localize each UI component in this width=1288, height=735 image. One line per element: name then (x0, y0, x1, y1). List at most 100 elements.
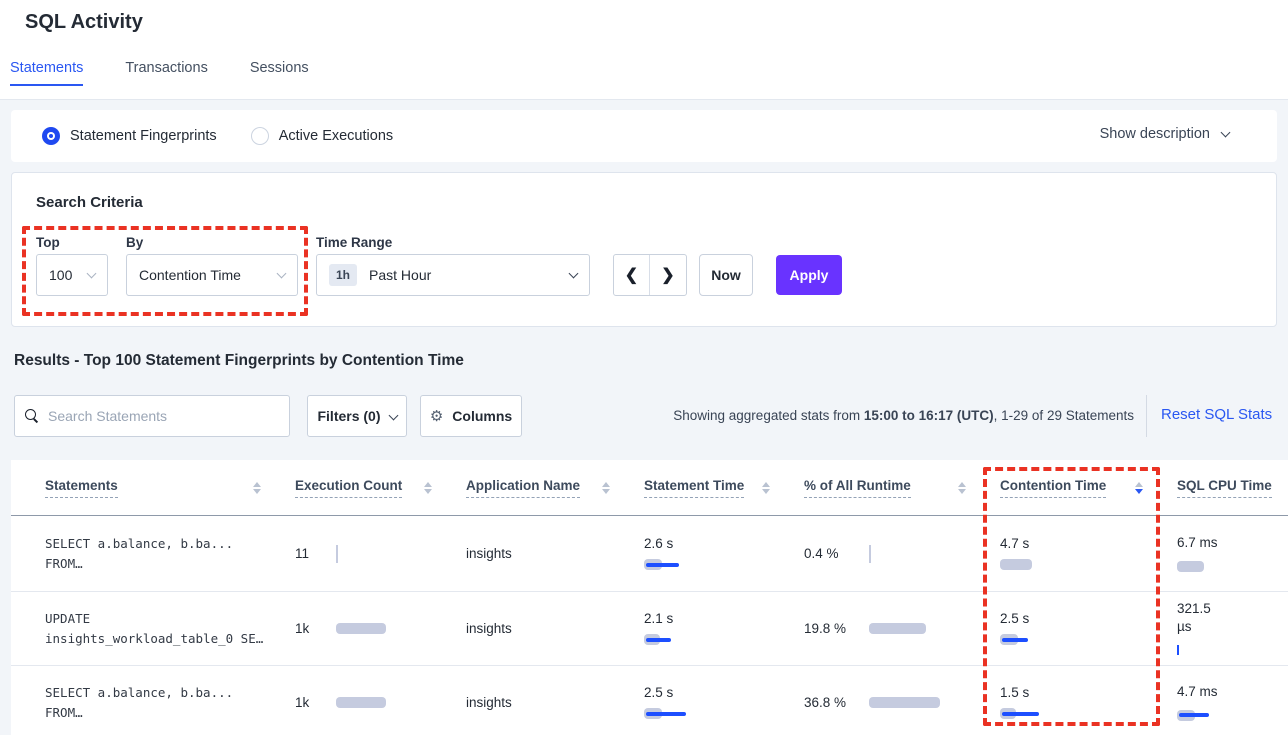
radio-statement-fingerprints[interactable]: Statement Fingerprints (42, 127, 217, 145)
search-criteria-panel: Search Criteria Top 100 By Contention Ti… (11, 172, 1277, 327)
contention-time-cell: 2.5 s (1000, 611, 1177, 647)
execution-count-bar (336, 696, 386, 710)
search-icon (25, 409, 39, 423)
table-row: SELECT a.balance, b.ba... FROM… 1k insig… (11, 666, 1288, 735)
sql-cpu-time-cell: 4.7 ms (1177, 683, 1288, 722)
top-select-value: 100 (49, 267, 72, 283)
search-criteria-heading: Search Criteria (36, 194, 143, 211)
time-prev-button[interactable]: ❮ (614, 255, 650, 295)
pct-runtime-bar (869, 547, 871, 561)
application-name-cell: insights (466, 546, 644, 561)
statement-time-bar (644, 633, 804, 647)
tab-statements[interactable]: Statements (10, 60, 83, 94)
execution-count-bar (336, 622, 386, 636)
statements-table: Statements Execution Count Application N… (11, 460, 1288, 735)
time-range-label: Time Range (316, 235, 392, 250)
execution-count-cell: 11 (295, 546, 466, 561)
execution-count-cell: 1k (295, 695, 466, 710)
column-header-sql-cpu-time[interactable]: SQL CPU Time (1177, 478, 1288, 498)
time-range-select[interactable]: 1h Past Hour (316, 254, 590, 296)
statement-link[interactable]: SELECT a.balance, b.ba... FROM… (45, 683, 295, 723)
execution-count-bar (336, 547, 338, 561)
column-header-statements[interactable]: Statements (45, 478, 295, 498)
by-select[interactable]: Contention Time (126, 254, 298, 296)
table-row: UPDATE insights_workload_table_0 SE… 1k … (11, 592, 1288, 666)
contention-time-cell: 1.5 s (1000, 685, 1177, 721)
column-header-pct-runtime[interactable]: % of All Runtime (804, 478, 1000, 498)
top-select[interactable]: 100 (36, 254, 108, 296)
execution-count-cell: 1k (295, 621, 466, 636)
time-next-button[interactable]: ❯ (650, 255, 686, 295)
sql-cpu-time-cell: 6.7 ms (1177, 534, 1288, 573)
sort-icon[interactable] (762, 482, 770, 494)
radio-selected-icon[interactable] (42, 127, 60, 145)
page-title: SQL Activity (25, 11, 143, 34)
filters-label: Filters (0) (317, 408, 380, 424)
contention-time-bar (1000, 558, 1177, 572)
statement-time-cell: 2.5 s (644, 685, 804, 721)
chevron-down-icon (388, 410, 398, 420)
statement-link[interactable]: UPDATE insights_workload_table_0 SE… (45, 609, 295, 649)
table-header-row: Statements Execution Count Application N… (11, 460, 1288, 516)
column-header-application-name[interactable]: Application Name (466, 478, 644, 498)
columns-button[interactable]: ⚙ Columns (420, 395, 522, 437)
columns-label: Columns (452, 408, 512, 424)
time-range-value: Past Hour (369, 267, 431, 283)
statement-time-cell: 2.1 s (644, 611, 804, 647)
sort-icon[interactable] (253, 482, 261, 494)
sort-icon[interactable] (424, 482, 432, 494)
sort-icon-active-desc[interactable] (1135, 482, 1143, 494)
pct-runtime-cell: 19.8 % (804, 620, 1000, 638)
tab-transactions[interactable]: Transactions (125, 60, 207, 94)
statement-time-cell: 2.6 s (644, 536, 804, 572)
radio-label: Active Executions (279, 128, 393, 144)
contention-time-bar (1000, 633, 1177, 647)
top-label: Top (36, 235, 60, 250)
chevron-down-icon (87, 268, 97, 278)
time-range-badge: 1h (329, 264, 357, 286)
application-name-cell: insights (466, 621, 644, 636)
show-description-toggle[interactable]: Show description (1100, 126, 1229, 142)
chevron-down-icon (277, 268, 287, 278)
pct-runtime-cell: 36.8 % (804, 694, 1000, 712)
filters-button[interactable]: Filters (0) (307, 395, 407, 437)
table-row: SELECT a.balance, b.ba... FROM… 11 insig… (11, 516, 1288, 592)
statement-link[interactable]: SELECT a.balance, b.ba... FROM… (45, 534, 295, 574)
tab-sessions[interactable]: Sessions (250, 60, 309, 94)
time-nav-group: ❮ ❯ (613, 254, 687, 296)
chevron-down-icon (1221, 127, 1231, 137)
column-header-execution-count[interactable]: Execution Count (295, 478, 466, 498)
statement-time-bar (644, 707, 804, 721)
showing-stats-range: 15:00 to 16:17 (UTC) (864, 408, 994, 423)
pct-runtime-cell: 0.4 % (804, 545, 1000, 563)
now-button[interactable]: Now (699, 254, 753, 296)
radio-unselected-icon[interactable] (251, 127, 269, 145)
by-select-value: Contention Time (139, 267, 241, 283)
sql-cpu-time-cell: 321.5 µs (1177, 600, 1288, 657)
toolbar-divider (1146, 395, 1147, 437)
column-header-contention-time[interactable]: Contention Time (1000, 478, 1177, 498)
apply-button[interactable]: Apply (776, 255, 842, 295)
chevron-down-icon (569, 268, 579, 278)
search-statements-input[interactable] (48, 408, 279, 424)
contention-time-cell: 4.7 s (1000, 536, 1177, 572)
sql-cpu-time-bar (1177, 559, 1288, 573)
contention-time-bar (1000, 707, 1177, 721)
tab-bar: Statements Transactions Sessions (10, 60, 309, 94)
sort-icon[interactable] (602, 482, 610, 494)
results-heading: Results - Top 100 Statement Fingerprints… (14, 352, 464, 370)
statement-time-bar (644, 558, 804, 572)
radio-active-executions[interactable]: Active Executions (251, 127, 393, 145)
pct-runtime-bar (869, 696, 940, 710)
column-header-statement-time[interactable]: Statement Time (644, 478, 804, 498)
page-header: SQL Activity Statements Transactions Ses… (0, 0, 1288, 100)
sql-cpu-time-bar (1177, 643, 1288, 657)
show-description-label: Show description (1100, 126, 1210, 142)
gear-icon: ⚙ (430, 407, 443, 425)
sql-cpu-time-bar (1177, 708, 1288, 722)
pct-runtime-bar (869, 622, 926, 636)
search-statements-box[interactable] (14, 395, 290, 437)
reset-sql-stats-link[interactable]: Reset SQL Stats (1161, 406, 1272, 423)
application-name-cell: insights (466, 695, 644, 710)
sort-icon[interactable] (958, 482, 966, 494)
